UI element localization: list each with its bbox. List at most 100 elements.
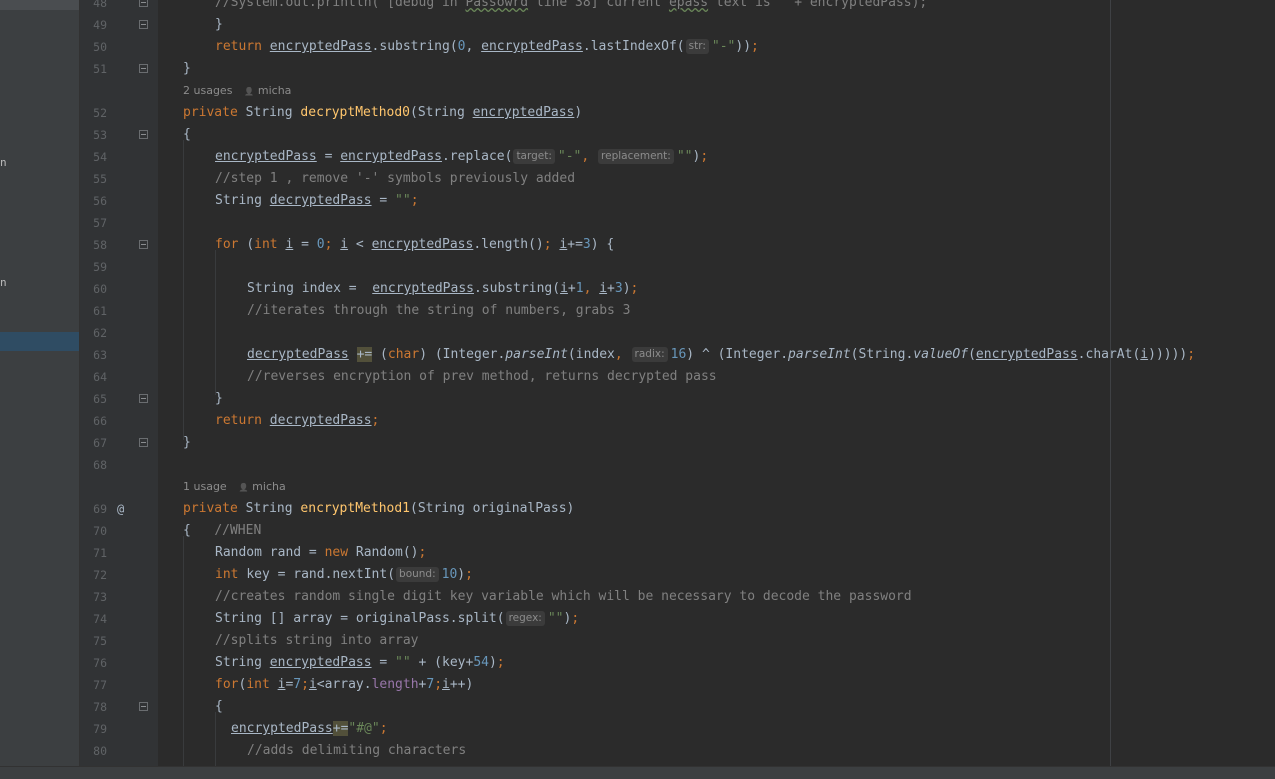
fold-toggle-icon[interactable] — [139, 0, 148, 7]
code-keyword: ; — [301, 677, 309, 692]
project-tool-window[interactable]: n n — [0, 0, 80, 778]
code-line[interactable]: } — [183, 388, 223, 410]
code-line[interactable]: { — [183, 124, 191, 146]
gutter-row[interactable]: 61 — [80, 300, 158, 322]
gutter-row[interactable]: 74 — [80, 608, 158, 630]
code-line[interactable]: { //WHEN — [183, 520, 261, 542]
code-line[interactable]: return decryptedPass; — [183, 410, 379, 432]
line-number: 74 — [93, 612, 107, 626]
code-line[interactable]: //step 1 , remove '-' symbols previously… — [183, 168, 575, 190]
code-line[interactable]: int key = rand.nextInt(bound: 10); — [183, 564, 473, 586]
code-line[interactable]: String [] array = originalPass.split(reg… — [183, 608, 579, 630]
project-tree-selected-item[interactable] — [0, 332, 79, 351]
gutter-row[interactable]: 72 — [80, 564, 158, 586]
gutter-row[interactable]: 57 — [80, 212, 158, 234]
code-editor[interactable]: //System.out.println("[debug in Passowrd… — [158, 0, 1275, 766]
author-link[interactable]: micha — [249, 480, 286, 493]
code-line[interactable]: private String encryptMethod1(String ori… — [183, 498, 574, 520]
gutter-row[interactable]: 48 — [80, 0, 158, 14]
code-line[interactable]: //reverses encryption of prev method, re… — [183, 366, 717, 388]
code-line[interactable]: String encryptedPass = "" + (key+54); — [183, 652, 505, 674]
project-tree-item-fragment[interactable]: n — [0, 276, 7, 289]
code-line[interactable]: private String decryptMethod0(String enc… — [183, 102, 582, 124]
fold-toggle-icon[interactable] — [139, 438, 148, 447]
fold-toggle-icon[interactable] — [139, 64, 148, 73]
override-marker-icon[interactable]: @ — [117, 498, 124, 520]
code-line[interactable]: return encryptedPass.substring(0, encryp… — [183, 36, 759, 58]
gutter-row[interactable]: 58 — [80, 234, 158, 256]
code-method-name: decryptMethod0 — [300, 105, 410, 120]
gutter-row[interactable]: 77 — [80, 674, 158, 696]
gutter-row[interactable]: 66 — [80, 410, 158, 432]
gutter-row[interactable]: 64 — [80, 366, 158, 388]
code-keyword: ; — [371, 413, 380, 428]
code-line[interactable]: //iterates through the string of numbers… — [183, 300, 631, 322]
project-tree-item-fragment[interactable]: n — [0, 156, 7, 169]
fold-toggle-icon[interactable] — [139, 394, 148, 403]
code-line[interactable]: encryptedPass = encryptedPass.replace(ta… — [183, 146, 708, 168]
gutter-row[interactable]: 49 — [80, 14, 158, 36]
code-line[interactable]: Random rand = new Random(); — [183, 542, 426, 564]
gutter-row[interactable]: 65 — [80, 388, 158, 410]
panel-header-strip — [0, 0, 79, 10]
gutter-row[interactable]: 69 @ — [80, 498, 158, 520]
code-line[interactable]: for(int i=7;i<array.length+7;i++) — [183, 674, 473, 696]
gutter-row[interactable]: 56 — [80, 190, 158, 212]
gutter-row[interactable]: 52 — [80, 102, 158, 124]
gutter-row[interactable]: 55 — [80, 168, 158, 190]
code-line[interactable]: //adds delimiting characters — [183, 740, 466, 762]
author-link[interactable]: micha — [254, 84, 292, 97]
gutter-row[interactable]: 53 — [80, 124, 158, 146]
code-token: i — [308, 677, 317, 692]
code-vision-hint[interactable]: 2 usages 👤 micha — [183, 80, 291, 102]
gutter-row[interactable]: 67 — [80, 432, 158, 454]
gutter-row[interactable]: 51 — [80, 58, 158, 80]
gutter-row[interactable]: 75 — [80, 630, 158, 652]
code-line[interactable]: String index = encryptedPass.substring(i… — [183, 278, 638, 300]
parameter-hint: regex: — [505, 611, 545, 626]
code-line[interactable]: String decryptedPass = ""; — [183, 190, 419, 212]
editor-gutter[interactable]: 48 49 50 51 52 53 54 55 56 57 58 59 60 61 62 63 64 65 66 67… — [80, 0, 158, 778]
code-line[interactable]: } — [183, 432, 191, 454]
code-comment: //reverses encryption of prev method, re… — [247, 369, 717, 384]
fold-toggle-icon[interactable] — [139, 702, 148, 711]
code-line[interactable]: } — [183, 14, 223, 36]
gutter-row[interactable]: 73 — [80, 586, 158, 608]
code-line[interactable]: decryptedPass += (char) (Integer.parseIn… — [183, 344, 1195, 366]
code-vision-hint[interactable]: 1 usage 👤 micha — [183, 476, 286, 498]
code-keyword: ; — [410, 193, 419, 208]
gutter-row[interactable]: 76 — [80, 652, 158, 674]
code-keyword: ; — [630, 281, 639, 296]
parameter-hint: str: — [685, 39, 709, 54]
code-line[interactable]: //creates random single digit key variab… — [183, 586, 912, 608]
code-comment: //adds delimiting characters — [247, 743, 467, 758]
gutter-row[interactable]: 59 — [80, 256, 158, 278]
code-line[interactable]: for (int i = 0; i < encryptedPass.length… — [183, 234, 614, 256]
gutter-row[interactable]: 79 — [80, 718, 158, 740]
code-token: String — [245, 501, 301, 516]
code-token: .replace( — [441, 149, 513, 164]
code-line[interactable]: //splits string into array — [183, 630, 419, 652]
fold-toggle-icon[interactable] — [139, 130, 148, 139]
gutter-row[interactable]: 80 — [80, 740, 158, 762]
gutter-row[interactable]: 50 — [80, 36, 158, 58]
usages-link[interactable]: 2 usages — [183, 84, 232, 97]
gutter-row[interactable]: 63 — [80, 344, 158, 366]
code-line[interactable]: } — [183, 58, 191, 80]
gutter-row[interactable]: 71 — [80, 542, 158, 564]
fold-toggle-icon[interactable] — [139, 240, 148, 249]
code-comment: //creates random single digit key variab… — [215, 589, 912, 604]
gutter-row[interactable]: 54 — [80, 146, 158, 168]
gutter-row[interactable]: 60 — [80, 278, 158, 300]
code-token: { — [215, 699, 223, 714]
gutter-row[interactable]: 78 — [80, 696, 158, 718]
usages-link[interactable]: 1 usage — [183, 480, 227, 493]
code-line[interactable]: encryptedPass+="#@"; — [183, 718, 388, 740]
code-token: } — [215, 17, 223, 32]
code-line[interactable]: //System.out.println("[debug in Passowrd… — [183, 0, 927, 14]
gutter-row[interactable]: 62 — [80, 322, 158, 344]
gutter-row[interactable]: 70 — [80, 520, 158, 542]
fold-toggle-icon[interactable] — [139, 20, 148, 29]
code-line[interactable]: { — [183, 696, 223, 718]
gutter-row[interactable]: 68 — [80, 454, 158, 476]
